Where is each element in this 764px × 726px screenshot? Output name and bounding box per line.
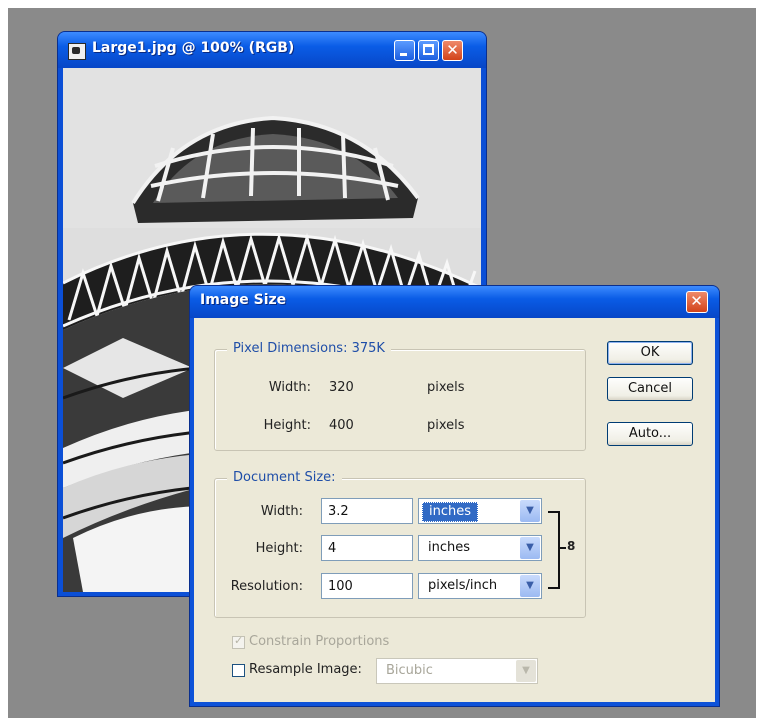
resolution-label: Resolution: [230,579,303,594]
resolution-unit-value: pixels/inch [428,578,498,593]
pixel-height-unit: pixels [427,418,465,433]
pixel-height-label: Height: [263,418,311,433]
resample-image-checkbox[interactable] [232,664,245,677]
resample-method-value: Bicubic [386,663,433,678]
minimize-button[interactable] [394,40,415,61]
auto-button[interactable]: Auto... [607,422,693,446]
pixel-dimensions-legend: Pixel Dimensions: 375K [227,341,391,356]
dialog-close-button[interactable]: ✕ [686,291,708,313]
maximize-icon [423,44,434,55]
maximize-button[interactable] [418,40,439,61]
chain-link-icon: 8 [567,539,576,553]
chevron-down-icon: ▼ [520,500,540,522]
chevron-down-icon: ▼ [520,575,540,597]
pixel-width-value: 320 [329,380,354,395]
image-window-close-button[interactable]: ✕ [442,40,463,61]
dialog-titlebar[interactable]: Image Size ✕ [190,286,719,318]
pixel-width-label: Width: [268,380,311,395]
constrain-link-connector [558,547,566,549]
resolution-field[interactable] [321,573,413,599]
photoshop-document-icon [68,43,86,60]
doc-height-unit-select[interactable]: inches ▼ [418,535,542,561]
resample-method-select[interactable]: Bicubic ▼ [376,658,538,684]
document-size-group: Document Size: Width: inches ▼ Height: i… [214,470,586,618]
minimize-icon [400,53,407,56]
constrain-proportions-checkbox[interactable]: ✓ [232,634,245,649]
dialog-body: Pixel Dimensions: 375K Width: 320 pixels… [194,318,715,702]
pixel-dimensions-group: Pixel Dimensions: 375K Width: 320 pixels… [214,341,586,451]
pixel-dimensions-size: 375K [351,341,385,356]
doc-height-unit-value: inches [428,540,471,555]
image-window-title: Large1.jpg @ 100% (RGB) [92,40,295,56]
close-icon: ✕ [690,292,703,310]
pixel-dimensions-label: Pixel Dimensions: [233,341,348,356]
checkmark-icon: ✓ [234,634,244,647]
image-window-titlebar[interactable]: Large1.jpg @ 100% (RGB) ✕ [58,32,486,68]
close-icon: ✕ [446,41,459,59]
document-size-legend: Document Size: [227,470,342,485]
constrain-proportions-label: Constrain Proportions [249,634,390,649]
chevron-down-icon: ▼ [520,537,540,559]
resolution-unit-select[interactable]: pixels/inch ▼ [418,573,542,599]
dialog-title: Image Size [200,292,287,308]
ok-button[interactable]: OK [607,341,693,365]
doc-height-label: Height: [255,541,303,556]
resample-image-label: Resample Image: [249,662,362,677]
chevron-down-icon: ▼ [516,660,536,682]
cancel-button[interactable]: Cancel [607,377,693,401]
doc-width-label: Width: [260,504,303,519]
desktop-background: Large1.jpg @ 100% (RGB) ✕ Image Size ✕ P… [8,8,756,718]
doc-width-unit-value: inches [422,502,479,522]
doc-width-unit-select[interactable]: inches ▼ [418,498,542,524]
doc-height-field[interactable] [321,535,413,561]
image-size-dialog: Image Size ✕ Pixel Dimensions: 375K Widt… [190,286,719,706]
doc-width-field[interactable] [321,498,413,524]
pixel-height-value: 400 [329,418,354,433]
pixel-width-unit: pixels [427,380,465,395]
constrain-link-bracket [548,511,560,589]
